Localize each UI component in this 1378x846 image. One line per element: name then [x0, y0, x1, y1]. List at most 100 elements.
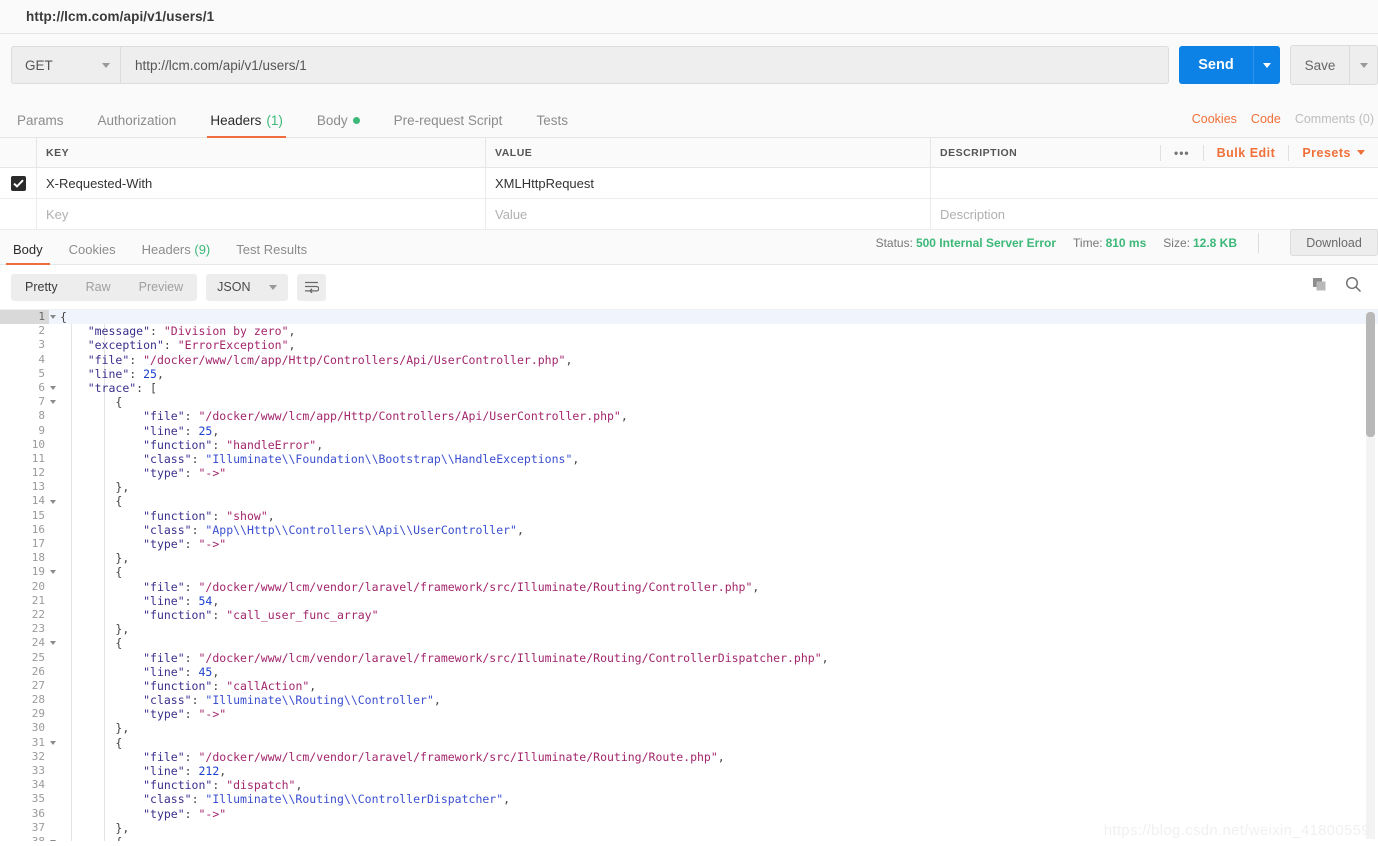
code-line: 18 }, [0, 551, 1378, 565]
header-description-input[interactable] [931, 168, 1378, 198]
line-number: 2 [38, 324, 45, 338]
code-line: 21 "line": 54, [0, 594, 1378, 608]
column-header-description: DESCRIPTION [940, 146, 1018, 159]
code-line: 2 "message": "Division by zero", [0, 324, 1378, 338]
word-wrap-toggle[interactable] [297, 273, 327, 301]
fold-toggle-icon[interactable] [50, 840, 56, 841]
header-value-input[interactable]: XMLHttpRequest [486, 168, 931, 198]
fold-toggle-icon[interactable] [50, 570, 56, 575]
code-line-text: "line": 54, [143, 593, 220, 608]
code-line: 29 "type": "->" [0, 707, 1378, 721]
cookies-link[interactable]: Cookies [1192, 112, 1237, 126]
tab-tests[interactable]: Tests [519, 112, 585, 138]
search-icon[interactable] [1345, 276, 1362, 298]
fold-toggle-icon[interactable] [50, 386, 56, 391]
line-number: 31 [0, 736, 56, 750]
presets-button[interactable]: Presets [1288, 144, 1378, 161]
request-url-input[interactable]: http://lcm.com/api/v1/users/1 [121, 46, 1169, 84]
code-line-text: { [49, 835, 122, 841]
code-line-text: { [115, 395, 123, 410]
header-key-input[interactable]: X-Requested-With [37, 168, 486, 198]
tab-body[interactable]: Body [300, 113, 377, 138]
code-line: 26 "line": 45, [0, 665, 1378, 679]
more-options-button[interactable]: ••• [1160, 144, 1203, 161]
code-line: 20 "file": "/docker/www/lcm/vendor/larav… [0, 580, 1378, 594]
code-line-text: "line": 25, [143, 423, 220, 438]
new-header-value-input[interactable]: Value [486, 199, 931, 229]
view-mode-preview[interactable]: Preview [125, 274, 197, 301]
code-line-text: "type": "->" [143, 537, 227, 551]
code-line: 14 { [0, 494, 1378, 508]
new-header-description-input[interactable]: Description [931, 199, 1378, 229]
new-header-key-input[interactable]: Key [37, 199, 486, 229]
chevron-down-icon [1359, 62, 1368, 68]
code-line: 23 }, [0, 622, 1378, 636]
comments-link[interactable]: Comments (0) [1295, 112, 1374, 126]
code-line-text: "line": 25, [87, 366, 164, 381]
code-line-text: "function": "handleError", [143, 437, 324, 452]
fold-toggle-icon[interactable] [50, 499, 56, 504]
response-tab-cookies[interactable]: Cookies [56, 243, 129, 264]
line-number: 21 [31, 593, 45, 607]
code-line-text: "message": "Division by zero", [87, 324, 296, 339]
row-checkbox-cell [0, 168, 37, 198]
view-mode-raw[interactable]: Raw [72, 274, 125, 301]
vertical-scrollbar-thumb[interactable] [1366, 312, 1375, 437]
save-options-button[interactable] [1350, 45, 1378, 85]
fold-toggle-icon[interactable] [50, 315, 56, 320]
send-button[interactable]: Send [1179, 46, 1253, 84]
line-number: 17 [31, 537, 45, 550]
line-number: 16 [31, 522, 45, 536]
tab-label: Test Results [236, 242, 308, 257]
code-line: 24 { [0, 636, 1378, 650]
code-line-text: }, [115, 820, 130, 835]
line-number: 20 [31, 579, 45, 593]
fold-toggle-icon[interactable] [50, 400, 56, 405]
line-number: 1 [0, 310, 56, 325]
download-button[interactable]: Download [1290, 229, 1378, 256]
code-line: 34 "function": "dispatch", [0, 778, 1378, 792]
fold-toggle-icon[interactable] [50, 641, 56, 646]
tab-label: Tests [536, 112, 568, 128]
send-options-button[interactable] [1253, 46, 1280, 84]
save-button[interactable]: Save [1290, 45, 1350, 85]
view-mode-pretty[interactable]: Pretty [11, 274, 72, 301]
code-link[interactable]: Code [1251, 112, 1281, 126]
chevron-down-icon [1357, 150, 1365, 155]
response-tab-headers[interactable]: Headers (9) [129, 243, 224, 264]
line-number: 5 [38, 366, 45, 380]
line-number: 10 [31, 437, 45, 451]
code-line-text: { [115, 636, 123, 651]
row-enabled-checkbox[interactable] [10, 175, 26, 191]
code-line-text: "function": "show", [143, 508, 275, 523]
code-line: 28 "class": "Illuminate\\Routing\\Contro… [0, 693, 1378, 707]
code-line: 1{ [0, 310, 1378, 325]
code-line: 13 }, [0, 480, 1378, 494]
line-number: 30 [31, 721, 45, 735]
bulk-edit-button[interactable]: Bulk Edit [1202, 144, 1289, 161]
code-line-text: }, [115, 480, 130, 495]
body-format-select[interactable]: JSON [206, 273, 289, 301]
response-tab-test-results[interactable]: Test Results [223, 243, 320, 264]
http-method-select[interactable]: GET [11, 46, 121, 84]
code-line-text: "file": "/docker/www/lcm/vendor/laravel/… [143, 650, 829, 665]
response-tab-body[interactable]: Body [0, 243, 56, 265]
code-line-text: "function": "call_user_func_array" [143, 607, 379, 622]
tab-params[interactable]: Params [0, 113, 81, 138]
chevron-down-icon [102, 62, 110, 68]
line-number: 35 [31, 792, 45, 806]
line-number: 3 [38, 338, 45, 352]
tab-authorization[interactable]: Authorization [81, 113, 194, 138]
response-body-code-viewer[interactable]: 1{2 "message": "Division by zero", 3 "exc… [0, 309, 1378, 841]
tab-headers[interactable]: Headers (1) [193, 113, 300, 138]
copy-icon[interactable] [1312, 277, 1328, 298]
fold-toggle-icon[interactable] [50, 740, 56, 745]
code-line-text: "class": "Illuminate\\Routing\\Controlle… [143, 693, 441, 708]
tab-pre-request-script[interactable]: Pre-request Script [377, 113, 520, 138]
line-number: 26 [31, 664, 45, 678]
request-url-value: http://lcm.com/api/v1/users/1 [135, 57, 307, 73]
chevron-down-icon [269, 284, 278, 290]
row-checkbox-cell [0, 199, 37, 229]
code-line-text: { [115, 494, 123, 509]
code-line: 31 { [0, 736, 1378, 750]
